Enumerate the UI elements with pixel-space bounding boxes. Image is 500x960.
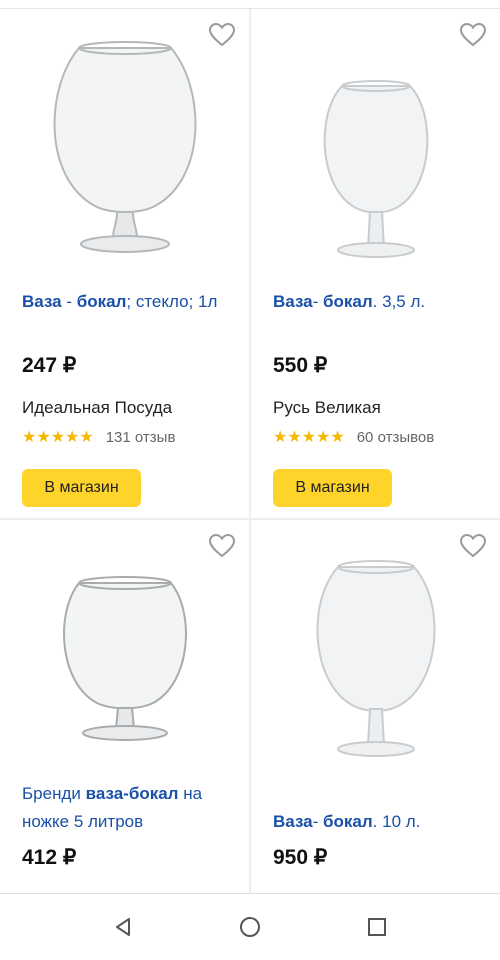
favorite-heart-icon[interactable] [208,533,236,558]
glass-image [323,79,428,258]
favorite-heart-icon[interactable] [459,533,487,558]
back-triangle-icon[interactable] [103,907,143,947]
title-part: - [312,812,324,831]
title-part: . 10 л. [372,812,421,831]
reviews-count[interactable]: 131 отзыв [106,429,176,446]
product-card[interactable]: Ваза- бокал. 3,5 л. 550 ₽ Русь Великая ★… [251,9,500,518]
product-image[interactable] [251,15,500,270]
product-price: 550 ₽ [273,354,328,377]
recents-square-icon[interactable] [357,907,397,947]
title-part: бокал [76,292,127,311]
title-part: бокал [323,292,373,311]
title-part: Ваза [273,812,313,831]
shop-name[interactable]: Русь Великая [273,398,381,418]
glass-image [315,559,436,757]
reviews-count[interactable]: 60 отзывов [357,429,435,446]
product-card[interactable]: Бренди ваза-бокал на ножке 5 литров 412 … [0,520,249,893]
product-price: 247 ₽ [22,354,77,377]
title-part: - [312,292,324,311]
title-part: бокал [323,812,373,831]
shop-name[interactable]: Идеальная Посуда [22,398,172,418]
favorite-heart-icon[interactable] [459,22,487,47]
title-part: Бренди [22,784,86,803]
product-image[interactable] [251,520,500,775]
product-title[interactable]: Бренди ваза-бокал на ножке 5 литров [22,780,232,836]
product-price: 950 ₽ [273,846,328,869]
top-strip [0,0,500,9]
favorite-heart-icon[interactable] [208,22,236,47]
product-title[interactable]: Ваза - бокал; стекло; 1л [22,288,232,316]
product-price: 412 ₽ [22,846,77,869]
to-shop-button[interactable]: В магазин [22,469,141,507]
product-image[interactable] [0,520,249,775]
title-part: ; стекло; 1л [126,292,218,311]
product-title[interactable]: Ваза- бокал. 3,5 л. [273,288,483,316]
glass-image [62,575,187,741]
product-card[interactable]: Ваза - бокал; стекло; 1л 247 ₽ Идеальная… [0,9,249,518]
rating-row: ★★★★★ 60 отзывов [273,427,434,447]
product-card[interactable]: Ваза- бокал. 10 л. 950 ₽ [251,520,500,893]
title-part: ваза-бокал [85,784,179,803]
title-part: - [61,292,77,311]
title-part: Ваза [22,292,62,311]
home-circle-icon[interactable] [230,907,270,947]
system-nav-bar [0,893,500,960]
title-part: Ваза [273,292,313,311]
rating-row: ★★★★★ 131 отзыв [22,427,175,447]
product-grid: Ваза - бокал; стекло; 1л 247 ₽ Идеальная… [0,9,500,893]
rating-stars: ★★★★★ [273,429,345,446]
product-title[interactable]: Ваза- бокал. 10 л. [273,808,483,836]
to-shop-button[interactable]: В магазин [273,469,392,507]
product-image[interactable] [0,15,249,270]
glass-image [53,40,196,253]
title-part: . 3,5 л. [372,292,426,311]
rating-stars: ★★★★★ [22,429,94,446]
